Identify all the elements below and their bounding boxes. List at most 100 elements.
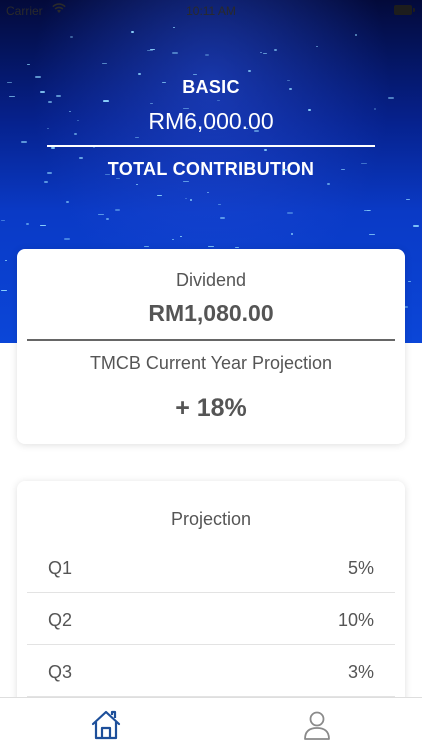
star-decoration xyxy=(106,218,109,220)
quarter-label: Q2 xyxy=(48,610,73,630)
star-decoration xyxy=(7,82,12,83)
star-decoration xyxy=(220,217,225,219)
star-decoration xyxy=(150,103,153,104)
star-decoration xyxy=(327,183,330,185)
star-decoration xyxy=(93,147,95,148)
tab-profile[interactable] xyxy=(300,709,334,741)
star-decoration xyxy=(98,214,104,215)
star-decoration xyxy=(248,70,251,72)
star-decoration xyxy=(147,50,153,51)
star-decoration xyxy=(56,95,61,97)
star-decoration xyxy=(74,133,77,135)
star-decoration xyxy=(264,149,267,151)
star-decoration xyxy=(172,52,178,54)
star-decoration xyxy=(413,225,419,227)
star-decoration xyxy=(27,64,30,65)
status-time: 10:11 AM xyxy=(186,4,236,18)
star-decoration xyxy=(70,36,73,38)
star-decoration xyxy=(283,169,287,171)
home-icon xyxy=(91,710,121,740)
projection-list: Q1 5% Q2 10% Q3 3% xyxy=(27,541,395,697)
star-decoration xyxy=(1,220,5,221)
quarter-value: 10% xyxy=(337,610,374,630)
star-decoration xyxy=(35,76,41,78)
star-decoration xyxy=(205,54,209,56)
star-decoration xyxy=(48,101,52,103)
star-decoration xyxy=(190,199,192,201)
basic-label: BASIC xyxy=(182,77,240,97)
star-decoration xyxy=(369,234,375,235)
projection-header: Projection xyxy=(170,509,252,529)
star-decoration xyxy=(291,233,293,235)
dividend-amount: RM1,080.00 xyxy=(148,300,274,326)
projection-card: Projection Q1 5% Q2 10% Q3 3% xyxy=(17,481,405,721)
star-decoration xyxy=(287,80,290,81)
star-decoration xyxy=(208,246,214,247)
basic-amount: RM6,000.00 xyxy=(148,108,274,134)
status-bar: Carrier 10:11 AM xyxy=(0,0,422,22)
star-decoration xyxy=(66,201,69,203)
star-decoration xyxy=(135,137,139,138)
star-decoration xyxy=(213,129,216,130)
card-divider xyxy=(27,339,395,341)
star-decoration xyxy=(44,181,48,183)
star-decoration xyxy=(408,281,411,282)
star-decoration xyxy=(69,111,71,112)
current-year-projection-title: TMCB Current Year Projection xyxy=(89,353,333,373)
star-decoration xyxy=(364,210,370,211)
star-decoration xyxy=(157,195,162,196)
star-decoration xyxy=(105,174,110,175)
star-decoration xyxy=(77,120,79,121)
star-decoration xyxy=(180,236,182,237)
star-decoration xyxy=(26,223,29,225)
star-decoration xyxy=(388,97,394,99)
star-decoration xyxy=(136,184,138,185)
star-decoration xyxy=(235,247,239,248)
star-decoration xyxy=(64,238,70,240)
battery-icon xyxy=(394,5,415,15)
star-decoration xyxy=(374,108,376,110)
tab-home[interactable] xyxy=(89,709,123,741)
star-decoration xyxy=(40,225,46,226)
header-divider xyxy=(47,145,375,147)
star-decoration xyxy=(355,34,357,36)
dividend-label: Dividend xyxy=(175,270,247,290)
star-decoration xyxy=(207,192,209,193)
star-decoration xyxy=(116,178,120,179)
star-decoration xyxy=(341,169,345,170)
star-decoration xyxy=(40,91,45,93)
star-decoration xyxy=(183,181,189,182)
star-decoration xyxy=(79,157,83,159)
star-decoration xyxy=(406,199,410,200)
current-year-projection-value: + 18% xyxy=(175,394,247,422)
star-decoration xyxy=(162,82,166,83)
star-decoration xyxy=(183,108,189,109)
star-decoration xyxy=(218,204,221,205)
star-decoration xyxy=(172,239,174,240)
star-decoration xyxy=(102,63,107,64)
star-decoration xyxy=(47,172,52,174)
projection-row-q3[interactable]: Q3 3% xyxy=(27,645,395,697)
star-decoration xyxy=(254,130,259,132)
profile-icon xyxy=(304,711,330,740)
tab-bar xyxy=(0,697,422,750)
star-decoration xyxy=(316,46,318,47)
projection-row-q1[interactable]: Q1 5% xyxy=(27,541,395,593)
projection-row-q2[interactable]: Q2 10% xyxy=(27,593,395,645)
quarter-label: Q1 xyxy=(48,558,73,578)
star-decoration xyxy=(308,109,311,111)
star-decoration xyxy=(287,212,293,214)
star-decoration xyxy=(246,128,248,129)
star-decoration xyxy=(5,260,7,261)
star-decoration xyxy=(193,74,197,75)
star-decoration xyxy=(131,31,134,33)
dividend-card: Dividend RM1,080.00 TMCB Current Year Pr… xyxy=(17,249,405,444)
star-decoration xyxy=(115,209,120,211)
star-decoration xyxy=(260,52,262,53)
star-decoration xyxy=(263,53,267,54)
star-decoration xyxy=(21,141,27,143)
star-decoration xyxy=(51,147,55,149)
star-decoration xyxy=(103,100,109,102)
quarter-label: Q3 xyxy=(48,662,73,682)
star-decoration xyxy=(47,128,49,129)
